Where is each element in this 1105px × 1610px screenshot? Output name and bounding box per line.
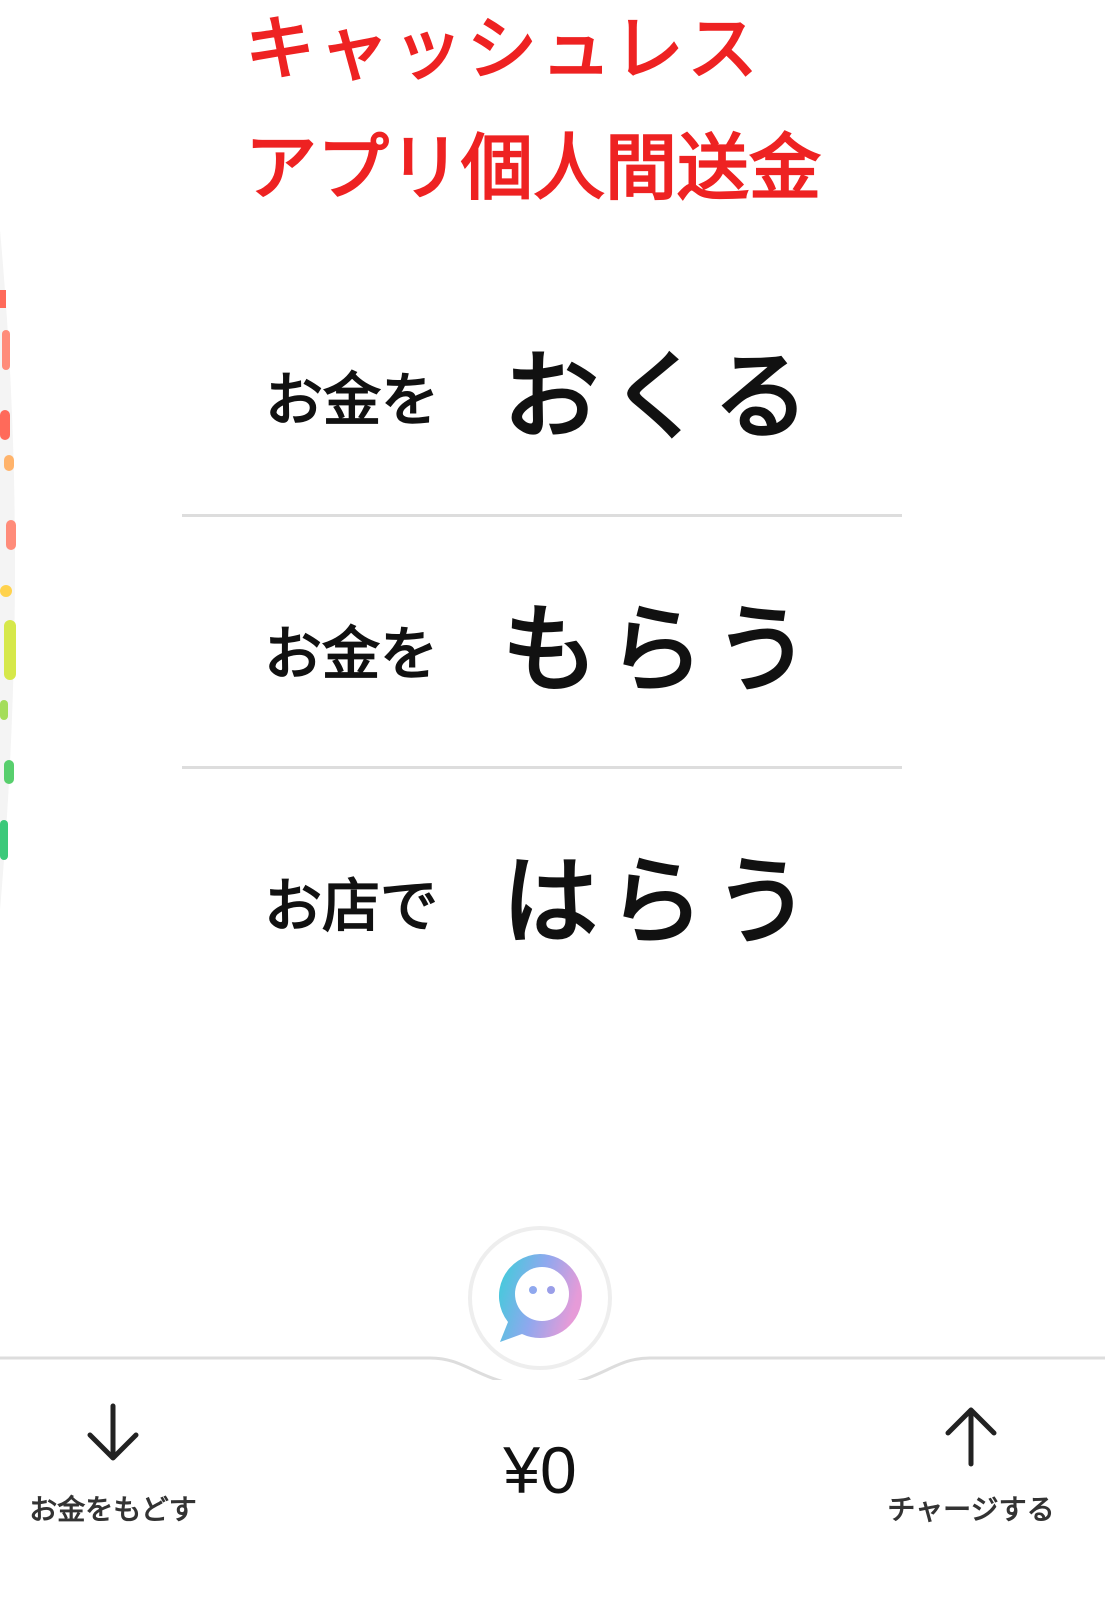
send-money-prefix: お金を	[264, 366, 439, 434]
send-money-button[interactable]: お金を おくる	[182, 262, 902, 514]
charge-button[interactable]: チャージする	[878, 1400, 1064, 1528]
pay-at-store-label: はらう	[502, 846, 820, 958]
headline-line-1: キャッシュレス	[245, 7, 762, 90]
receive-money-prefix: お金を	[263, 619, 438, 688]
withdraw-label: お金をもどす	[29, 1493, 197, 1526]
chat-bubble-face-icon	[498, 1254, 582, 1342]
headline-line-2: アプリ個人間送金	[245, 125, 822, 210]
send-money-label: おくる	[502, 340, 820, 453]
charge-label: チャージする	[887, 1493, 1055, 1526]
receive-money-label: もらう	[502, 594, 820, 706]
decorative-pattern-strip	[0, 230, 16, 910]
arrow-up-icon	[945, 1407, 997, 1467]
arrow-down-icon	[87, 1403, 139, 1461]
withdraw-button[interactable]: お金をもどす	[22, 1400, 204, 1528]
pay-at-store-prefix: お店で	[263, 871, 438, 940]
assistant-button[interactable]	[468, 1226, 612, 1370]
pay-at-store-button[interactable]: お店で はらう	[182, 766, 902, 1018]
balance-amount: ¥0	[503, 1433, 577, 1507]
receive-money-button[interactable]: お金を もらう	[182, 514, 902, 766]
action-menu: お金を おくる お金を もらう お店で はらう	[182, 262, 902, 1018]
